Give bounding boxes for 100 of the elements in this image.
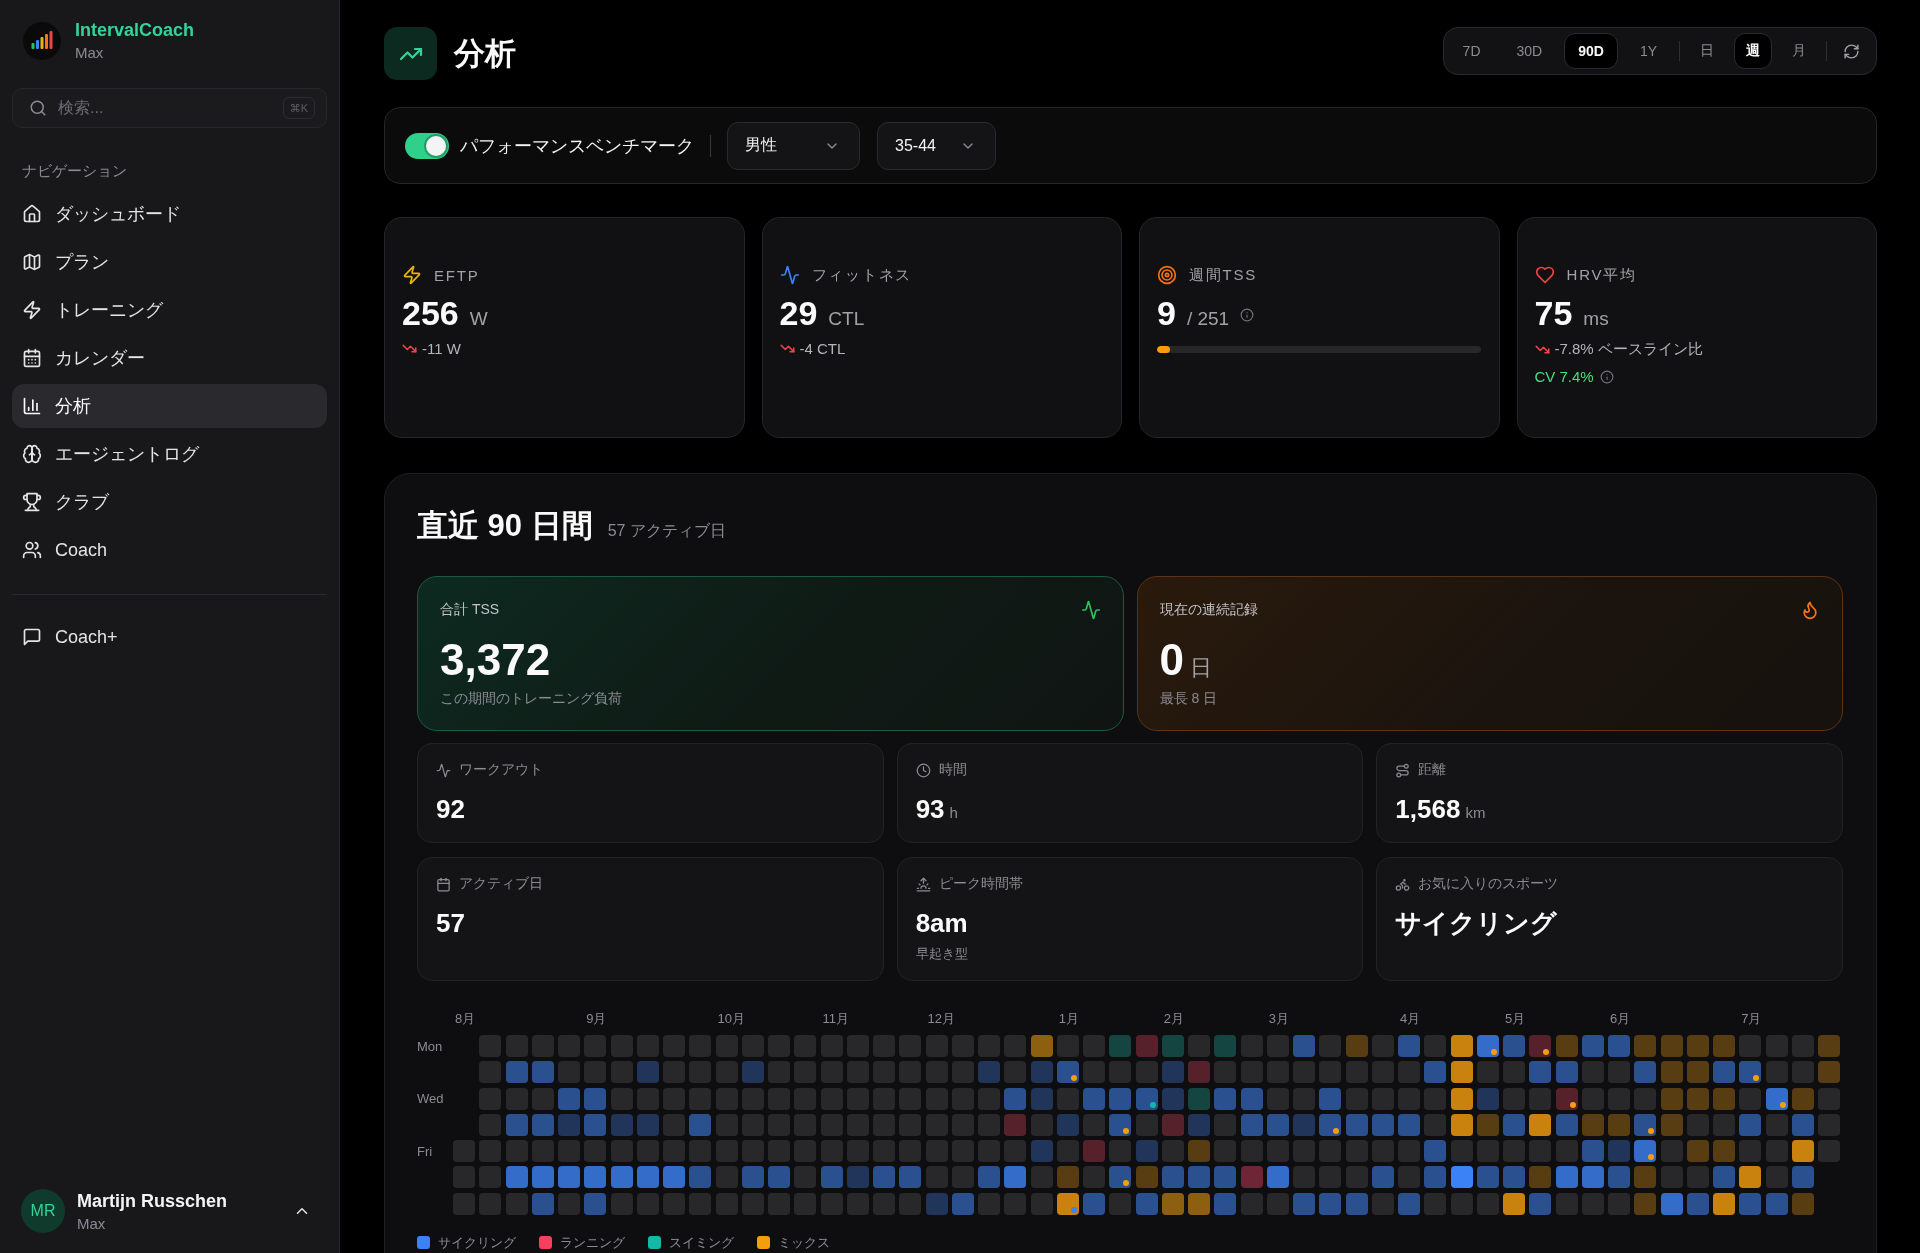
highlight-label: 現在の連続記録: [1159, 601, 1258, 619]
legend-label: ランニング: [560, 1233, 625, 1252]
weekday-label: Mon: [417, 1038, 443, 1054]
plan-label: Max: [75, 43, 105, 62]
highlight-unit: 日: [1190, 654, 1212, 682]
map-icon: [22, 252, 42, 272]
user-plan: Max: [77, 1213, 107, 1233]
month-label: 4月: [1400, 1010, 1421, 1028]
stat-change: -4 CTL: [799, 340, 846, 357]
stat-value: 9: [1157, 293, 1176, 334]
month-label: 7月: [1741, 1010, 1762, 1028]
benchmark-label: パフォーマンスベンチマーク: [460, 134, 694, 158]
calendar-icon: [436, 876, 451, 892]
month-label: 10月: [717, 1010, 745, 1028]
bicycle-icon: [1395, 876, 1411, 892]
house-icon: [22, 204, 42, 224]
granularity-tab[interactable]: 日: [1688, 33, 1726, 69]
stat-label: フィットネス: [811, 265, 913, 285]
nav-item[interactable]: ダッシュボード: [12, 192, 327, 236]
nav-item[interactable]: エージェントログ: [12, 432, 327, 476]
month-label: 9月: [586, 1010, 607, 1028]
month-label: 5月: [1505, 1010, 1526, 1028]
stat-unit: CTL: [828, 308, 865, 330]
stat-value: 256: [402, 293, 459, 334]
legend-label: サイクリング: [438, 1233, 516, 1252]
flame-icon: [1800, 600, 1820, 620]
trend-up-icon: [384, 27, 437, 80]
nav-item[interactable]: プラン: [12, 240, 327, 284]
metric-label: 距離: [1418, 761, 1447, 779]
calendar-icon: [22, 348, 42, 368]
nav-item[interactable]: Coach+: [12, 615, 327, 659]
nav-item[interactable]: トレーニング: [12, 288, 327, 332]
metric-label: ピーク時間帯: [938, 875, 1023, 893]
nav-item[interactable]: カレンダー: [12, 336, 327, 380]
stat-unit: W: [469, 308, 488, 330]
pulse-icon: [779, 265, 800, 285]
legend-label: ミックス: [778, 1233, 830, 1252]
section-title: 直近 90 日間: [417, 507, 593, 545]
age-select[interactable]: 35-44: [877, 121, 996, 170]
section-subtitle: 57 アクティブ日: [607, 521, 726, 541]
range-tab[interactable]: 1Y: [1625, 33, 1671, 69]
info-icon: [1240, 308, 1255, 322]
stat-label: HRV平均: [1566, 265, 1637, 285]
range-tab[interactable]: 7D: [1448, 33, 1495, 69]
metric-label: ワークアウト: [459, 761, 543, 779]
month-label: 1月: [1058, 1010, 1079, 1028]
granularity-tab[interactable]: 週: [1734, 33, 1772, 69]
stat-unit: ms: [1583, 308, 1609, 330]
gender-select[interactable]: 男性: [727, 121, 860, 170]
month-label: 2月: [1163, 1010, 1184, 1028]
sunrise-icon: [915, 876, 931, 892]
nav-item[interactable]: 分析: [12, 384, 327, 428]
month-label: 3月: [1268, 1010, 1289, 1028]
range-tab[interactable]: 30D: [1502, 33, 1557, 69]
user-name: Martijn Russchen: [77, 1189, 229, 1212]
metric-value: サイクリング: [1395, 907, 1558, 939]
trophy-icon: [22, 492, 42, 512]
month-label: 11月: [822, 1010, 849, 1028]
granularity-tab[interactable]: 月: [1780, 33, 1818, 69]
stat-note: CV 7.4%: [1534, 368, 1594, 385]
stat-label: 週間TSS: [1189, 265, 1258, 285]
toggle-switch[interactable]: [405, 132, 449, 159]
metric-label: アクティブ日: [459, 875, 543, 893]
metric-value: 93: [915, 793, 945, 825]
month-label: 8月: [455, 1010, 476, 1028]
weekday-label: Wed: [417, 1091, 444, 1106]
target-icon: [1157, 265, 1177, 285]
stat-target: / 251: [1186, 308, 1230, 330]
stat-change: -7.8% ベースライン比: [1554, 340, 1703, 359]
month-label: 12月: [927, 1010, 955, 1028]
highlight-caption: この期間のトレーニング負荷: [440, 690, 623, 708]
stat-value: 75: [1534, 293, 1573, 334]
metric-value: 57: [436, 907, 465, 939]
month-label: 6月: [1610, 1010, 1631, 1028]
highlight-value: 3,372: [440, 634, 551, 686]
metric-label: 時間: [938, 761, 967, 779]
refresh-icon: [1843, 42, 1860, 60]
nav-item[interactable]: Coach: [12, 528, 327, 572]
range-tab[interactable]: 90D: [1564, 33, 1618, 69]
page-title: 分析: [454, 34, 516, 73]
highlight-caption: 最長 8 日: [1159, 690, 1219, 708]
user-avatar: MR: [21, 1189, 65, 1233]
legend-label: スイミング: [669, 1233, 734, 1252]
metric-unit: h: [949, 804, 958, 821]
pulse-icon: [436, 762, 451, 778]
lightning-icon: [22, 300, 42, 320]
stat-value: 29: [779, 293, 818, 334]
metric-caption: 早起き型: [915, 945, 969, 963]
bar-chart-icon: [22, 396, 42, 416]
metric-value: 92: [436, 793, 465, 825]
chat-bubble-icon: [22, 627, 42, 647]
metric-value: 8am: [915, 907, 968, 939]
info-icon: [1599, 369, 1614, 384]
pulse-icon: [1080, 600, 1101, 620]
stat-label: EFTP: [434, 266, 480, 284]
nav-item[interactable]: クラブ: [12, 480, 327, 524]
route-icon: [1395, 762, 1411, 778]
metric-label: お気に入りのスポーツ: [1418, 875, 1559, 893]
highlight-label: 合計 TSS: [440, 601, 500, 619]
logo-icon: [23, 21, 61, 60]
